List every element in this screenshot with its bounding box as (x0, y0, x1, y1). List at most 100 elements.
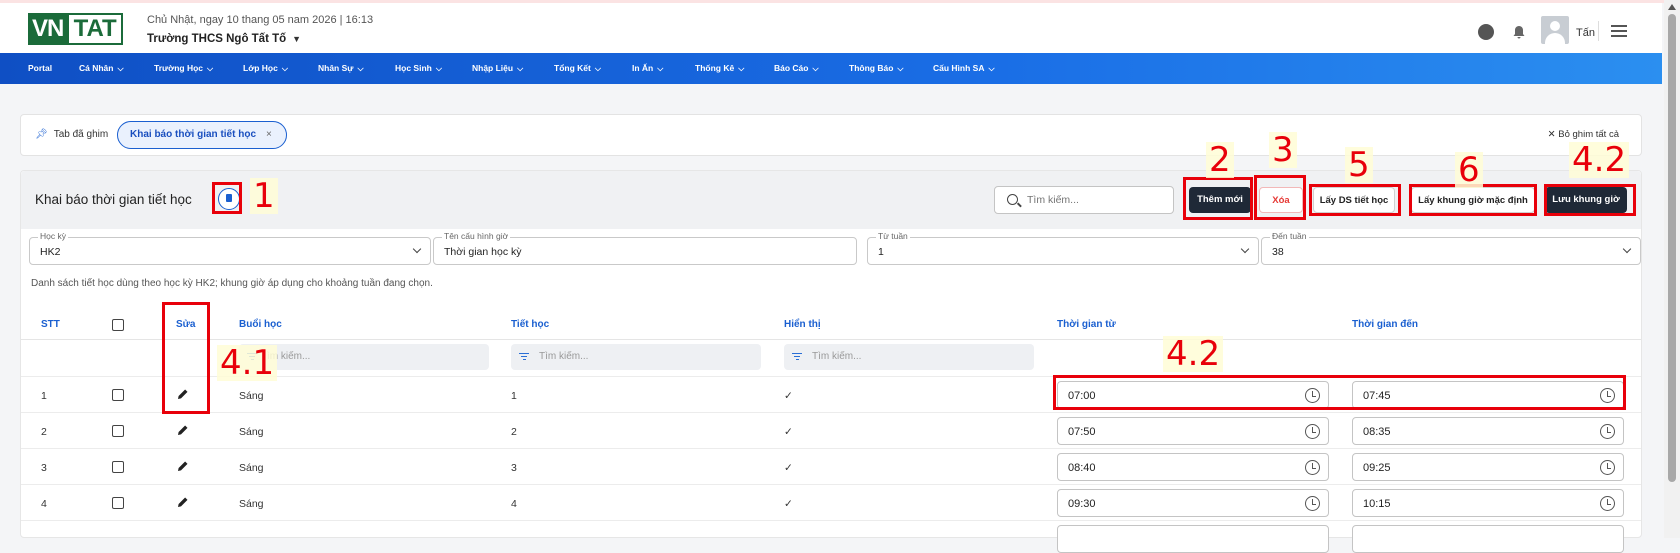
time-to-input[interactable] (1352, 525, 1624, 553)
config-name-value: Thời gian học kỳ (444, 246, 522, 258)
nav-item-tong-ket[interactable]: Tổng Kết ⌵ (554, 63, 601, 74)
to-week-value: 38 (1272, 246, 1284, 258)
visible-filter-placeholder: Tìm kiếm... (812, 351, 862, 362)
scroll-up-arrow[interactable] (1668, 4, 1676, 10)
chevron-down-icon: ⌵ (988, 64, 995, 73)
time-from-input[interactable]: 07:50 (1057, 417, 1329, 445)
pencil-icon[interactable] (177, 496, 189, 508)
clock-icon[interactable] (1600, 460, 1615, 475)
time-to-input[interactable]: 10:15 (1352, 489, 1624, 517)
from-week-select[interactable]: Từ tuần 1 (867, 231, 1259, 265)
nav-item-nhap-lieu[interactable]: Nhập Liệu ⌵ (472, 63, 523, 74)
row-visible: ✓ (784, 462, 793, 474)
chevron-down-icon: ▼ (292, 34, 302, 44)
semester-label: Học kỳ (38, 231, 68, 241)
table-row[interactable]: 3 Sáng 3 ✓ 08:40 09:25 (21, 449, 1641, 485)
clock-icon[interactable] (1600, 424, 1615, 439)
col-header-stt[interactable]: STT (41, 319, 60, 330)
chevron-down-icon: ⌵ (117, 64, 124, 73)
chevron-down-icon (412, 244, 422, 254)
clock-icon[interactable] (1305, 424, 1320, 439)
time-to-input[interactable]: 09:25 (1352, 453, 1624, 481)
search-input[interactable] (1027, 192, 1167, 208)
bell-icon[interactable] (1511, 24, 1527, 40)
search-box[interactable] (994, 186, 1174, 214)
table-row[interactable]: 4 Sáng 4 ✓ 09:30 10:15 (21, 485, 1641, 521)
pencil-icon[interactable] (177, 424, 189, 436)
time-to-value: 09:25 (1363, 462, 1391, 474)
nav-item-bao-cao[interactable]: Báo Cáo ⌵ (774, 63, 819, 74)
chevron-down-icon: ⌵ (657, 64, 664, 73)
time-from-input[interactable]: 08:40 (1057, 453, 1329, 481)
row-checkbox[interactable] (112, 461, 124, 473)
nav-item-hoc-sinh[interactable]: Học Sinh ⌵ (395, 63, 442, 74)
semester-value: HK2 (40, 246, 61, 258)
header-divider (21, 339, 1641, 340)
row-checkbox[interactable] (112, 497, 124, 509)
info-note: Danh sách tiết học dùng theo học kỳ HK2;… (31, 278, 433, 289)
annotation-box-3 (1254, 175, 1306, 220)
nav-item-truong-hoc[interactable]: Trường Học ⌵ (154, 63, 213, 74)
row-checkbox[interactable] (112, 389, 124, 401)
avatar[interactable] (1541, 16, 1569, 44)
config-name-field[interactable]: Tên cấu hình giờ Thời gian học kỳ (433, 231, 857, 265)
row-stt: 2 (41, 426, 47, 438)
col-header-session[interactable]: Buổi học (239, 319, 282, 330)
close-icon[interactable]: × (266, 129, 272, 140)
school-selector[interactable]: Trường THCS Ngô Tất Tố ▼ (147, 33, 301, 45)
pencil-icon[interactable] (177, 460, 189, 472)
row-visible: ✓ (784, 426, 793, 438)
visible-filter[interactable]: Tìm kiếm... (784, 344, 1034, 370)
username[interactable]: Tấn (1576, 27, 1595, 39)
nav-item-nhan-su[interactable]: Nhân Sự ⌵ (318, 63, 364, 74)
school-name: Trường THCS Ngô Tất Tố (147, 33, 287, 45)
annotation-1: 1 (250, 178, 278, 214)
col-header-time-from[interactable]: Thời gian từ (1057, 319, 1116, 330)
search-icon (1007, 194, 1018, 205)
time-from-value: 07:50 (1068, 426, 1096, 438)
nav-item-lop-hoc[interactable]: Lớp Học ⌵ (243, 63, 288, 74)
row-visible: ✓ (784, 390, 793, 402)
chat-icon[interactable] (1478, 24, 1494, 40)
col-header-visible[interactable]: Hiển thị (784, 319, 821, 330)
filter-icon (519, 353, 529, 361)
clock-icon[interactable] (1305, 496, 1320, 511)
page-title: Khai báo thời gian tiết học (35, 192, 192, 207)
chevron-down-icon: ⌵ (812, 64, 819, 73)
row-checkbox[interactable] (112, 425, 124, 437)
time-from-input[interactable]: 09:30 (1057, 489, 1329, 517)
nav-item-ca-nhan[interactable]: Cá Nhân ⌵ (79, 63, 124, 74)
semester-select[interactable]: Học kỳ HK2 (29, 231, 431, 265)
nav-item-thong-ke[interactable]: Thống Kê ⌵ (695, 63, 744, 74)
row-session: Sáng (239, 426, 264, 438)
nav-item-cau-hinh-sa[interactable]: Cấu Hình SA ⌵ (933, 63, 995, 74)
to-week-select[interactable]: Đến tuần 38 (1261, 231, 1641, 265)
menu-icon[interactable] (1611, 25, 1627, 37)
annotation-4-2-top: 4.2 (1569, 142, 1630, 178)
row-period: 4 (511, 498, 517, 510)
period-filter[interactable]: Tìm kiếm... (511, 344, 761, 370)
time-from-input[interactable] (1057, 525, 1329, 553)
scrollbar[interactable] (1664, 0, 1680, 538)
nav-item-thong-bao[interactable]: Thông Báo ⌵ (849, 63, 903, 74)
select-all-checkbox[interactable] (112, 319, 124, 331)
clock-icon[interactable] (1305, 460, 1320, 475)
nav-item-in-an[interactable]: In Ấn ⌵ (632, 63, 663, 74)
pinned-tab-title: Khai báo thời gian tiết học (130, 129, 257, 140)
row-stt: 4 (41, 498, 47, 510)
row-visible: ✓ (784, 498, 793, 510)
logo[interactable]: VN TAT (28, 13, 123, 45)
chevron-down-icon: ⌵ (897, 64, 904, 73)
table-row[interactable]: 2 Sáng 2 ✓ 07:50 08:35 (21, 413, 1641, 449)
annotation-box-5 (1309, 184, 1401, 216)
scrollbar-thumb[interactable] (1668, 14, 1676, 482)
row-stt: 1 (41, 390, 47, 402)
clock-icon[interactable] (1600, 496, 1615, 511)
pinned-tab-chip[interactable]: Khai báo thời gian tiết học × (117, 121, 287, 149)
unpin-all-button[interactable]: ✕ Bỏ ghim tất cả (1548, 129, 1619, 140)
chevron-down-icon: ⌵ (357, 64, 364, 73)
nav-item-portal[interactable]: Portal (28, 63, 52, 73)
col-header-period[interactable]: Tiết học (511, 319, 549, 330)
col-header-time-to[interactable]: Thời gian đến (1352, 319, 1418, 330)
time-to-input[interactable]: 08:35 (1352, 417, 1624, 445)
